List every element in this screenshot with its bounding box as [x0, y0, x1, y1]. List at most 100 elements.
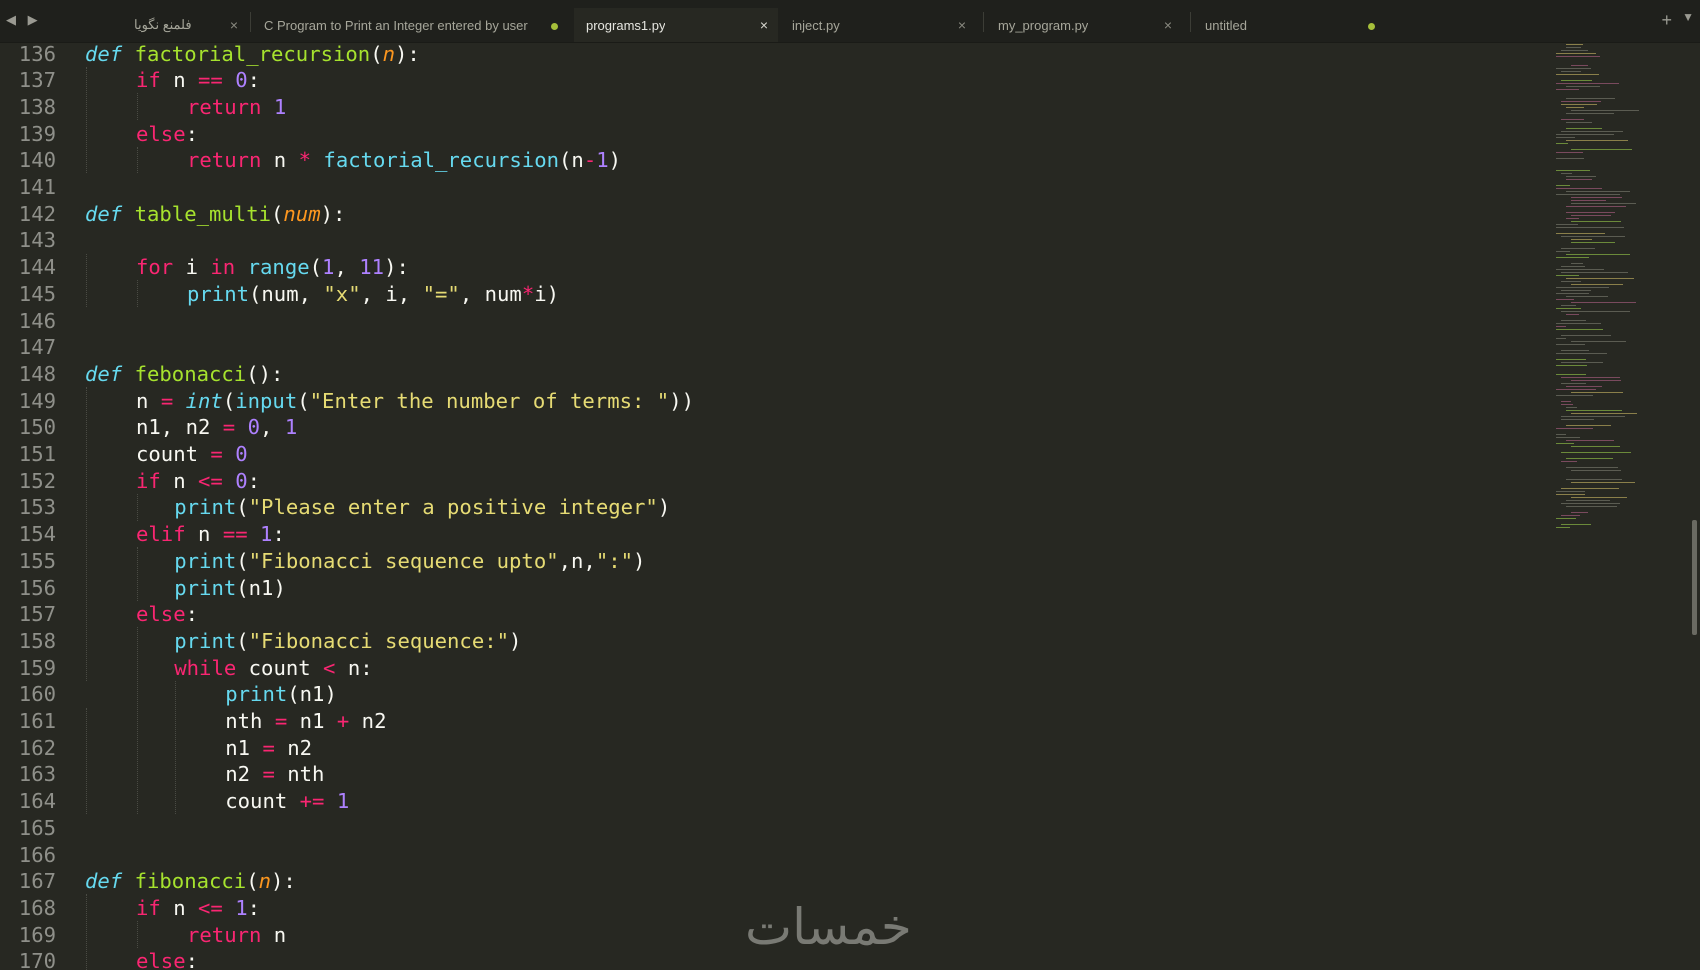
code-line[interactable]: 157 else: — [0, 601, 1540, 628]
code-token: in — [210, 255, 236, 280]
code-token: 1 — [336, 789, 350, 814]
code-line[interactable]: 136 def factorial_recursion(n): — [0, 42, 1540, 67]
tab-menu-chevron-icon[interactable]: ▼ — [1682, 10, 1694, 24]
line-number: 154 — [18, 522, 56, 547]
code-line[interactable]: 167 def fibonacci(n): — [0, 868, 1540, 895]
code-line[interactable]: 149 n = int(input("Enter the number of te… — [0, 387, 1540, 414]
minimap-line — [1561, 515, 1580, 516]
code-token: ( — [370, 42, 383, 66]
line-number: 152 — [18, 468, 56, 493]
tab-arabic-file[interactable]: فلمنع نگویا × — [122, 8, 248, 42]
tab-label: my_program.py — [998, 17, 1089, 33]
minimap-line — [1571, 497, 1627, 498]
code-line[interactable]: 147 — [0, 334, 1540, 361]
code-line[interactable]: 139 else: — [0, 120, 1540, 147]
code-token: (n — [559, 148, 584, 173]
code-line[interactable]: 162 n1 = n2 — [0, 734, 1540, 761]
tab-divider — [983, 12, 984, 32]
minimap-line — [1556, 143, 1569, 144]
code-token: n: — [335, 655, 373, 680]
code-token: n1, n2 — [136, 415, 223, 440]
indent-guide — [86, 707, 87, 815]
code-line[interactable]: 141 — [0, 174, 1540, 201]
code-line[interactable]: 164 count += 1 — [0, 788, 1540, 815]
minimap-line — [1566, 44, 1583, 45]
code-token: return — [187, 148, 262, 173]
minimap-line — [1571, 215, 1612, 216]
code-line[interactable]: 150 n1, n2 = 0, 1 — [0, 414, 1540, 441]
unsaved-dot-icon[interactable] — [1368, 23, 1375, 30]
code-token: ( — [236, 548, 249, 573]
tab-programs1-py[interactable]: programs1.py × — [574, 8, 778, 42]
vertical-scrollbar[interactable] — [1692, 520, 1697, 635]
code-line[interactable]: 142 def table_multi(num): — [0, 200, 1540, 227]
code-token: for — [136, 255, 174, 280]
minimap-line — [1556, 68, 1592, 69]
code-line[interactable]: 156 print(n1) — [0, 574, 1540, 601]
tab-nav-arrows-icon[interactable]: ◀ ▶ — [6, 12, 42, 28]
tab-untitled[interactable]: untitled — [1193, 8, 1389, 42]
code-line[interactable]: 140 return n * factorial_recursion(n-1) — [0, 147, 1540, 174]
close-icon[interactable]: × — [230, 17, 238, 33]
code-line[interactable]: 152 if n <= 0: — [0, 467, 1540, 494]
code-token: * — [298, 148, 312, 173]
minimap-line — [1566, 440, 1615, 441]
code-token: n1 — [225, 735, 263, 760]
tab-label: C Program to Print an Integer entered by… — [264, 17, 528, 33]
code-line[interactable]: 159 while count < n: — [0, 654, 1540, 681]
unsaved-dot-icon[interactable] — [551, 23, 558, 30]
line-number: 138 — [18, 94, 56, 119]
code-line[interactable]: 163 n2 = nth — [0, 761, 1540, 788]
code-line[interactable]: 145 print(num, "x", i, "=", num*i) — [0, 280, 1540, 307]
code-line[interactable]: 144 for i in range(1, 11): — [0, 254, 1540, 281]
minimap-line — [1571, 65, 1589, 66]
code-line[interactable]: 166 — [0, 841, 1540, 868]
code-line[interactable]: 153 print("Please enter a positive intege… — [0, 494, 1540, 521]
line-number: 162 — [18, 735, 56, 760]
code-line[interactable]: 154 elif n == 1: — [0, 521, 1540, 548]
line-number: 158 — [18, 628, 56, 653]
code-editor[interactable]: 136 def factorial_recursion(n): 137 if n ==… — [0, 42, 1540, 970]
code-line[interactable]: 148 def febonacci(): — [0, 360, 1540, 387]
close-icon[interactable]: × — [958, 17, 966, 33]
code-token: = — [160, 388, 174, 413]
code-line[interactable]: 158 print("Fibonacci sequence:") — [0, 627, 1540, 654]
code-line[interactable]: 146 — [0, 307, 1540, 334]
minimap[interactable] — [1548, 42, 1696, 970]
line-number: 141 — [18, 175, 56, 199]
minimap-line — [1556, 185, 1571, 186]
code-text: def factorial_recursion(n): — [85, 42, 420, 66]
minimap-line — [1561, 350, 1589, 351]
code-token: = — [222, 415, 236, 440]
code-line[interactable]: 165 — [0, 814, 1540, 841]
tab-label: programs1.py — [586, 17, 666, 33]
code-text: else: — [136, 122, 198, 146]
minimap-line — [1561, 101, 1601, 102]
tab-inject-py[interactable]: inject.py × — [780, 8, 976, 42]
code-token: factorial_recursion — [323, 148, 559, 173]
code-line[interactable]: 143 — [0, 227, 1540, 254]
minimap-line — [1571, 239, 1592, 240]
code-token: ":" — [595, 548, 634, 573]
new-tab-plus-icon[interactable]: + — [1661, 10, 1672, 31]
minimap-line — [1556, 194, 1620, 195]
minimap-line — [1561, 320, 1586, 321]
code-line[interactable]: 137 if n == 0: — [0, 67, 1540, 94]
close-icon[interactable]: × — [1164, 17, 1172, 33]
code-line[interactable]: 161 nth = n1 + n2 — [0, 708, 1540, 735]
indent-guide — [137, 547, 138, 601]
minimap-line — [1566, 278, 1634, 279]
code-line[interactable]: 151 count = 0 — [0, 441, 1540, 468]
tab-divider — [1190, 12, 1191, 32]
code-line[interactable]: 160 print(n1) — [0, 681, 1540, 708]
close-icon[interactable]: × — [760, 17, 768, 33]
code-text: def febonacci(): — [85, 362, 283, 386]
code-token: "Fibonacci sequence upto" — [248, 548, 559, 573]
minimap-line — [1566, 107, 1584, 108]
code-line[interactable]: 155 print("Fibonacci sequence upto",n,":"… — [0, 547, 1540, 574]
tab-c-program[interactable]: C Program to Print an Integer entered by… — [252, 8, 572, 42]
code-line[interactable]: 138 return 1 — [0, 93, 1540, 120]
tab-my-program-py[interactable]: my_program.py × — [986, 8, 1182, 42]
